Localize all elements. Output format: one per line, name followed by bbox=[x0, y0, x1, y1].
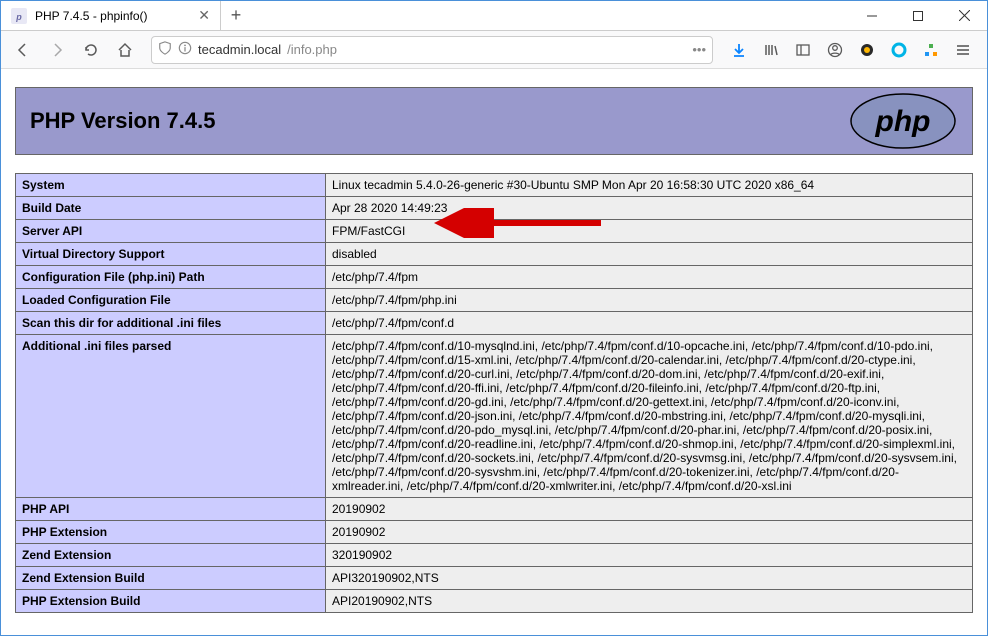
row-key: Additional .ini files parsed bbox=[16, 335, 326, 498]
row-key: Zend Extension bbox=[16, 544, 326, 567]
tab-favicon: p bbox=[11, 8, 27, 24]
svg-text:p: p bbox=[15, 12, 22, 22]
row-val: Linux tecadmin 5.4.0-26-generic #30-Ubun… bbox=[326, 174, 973, 197]
sidebar-button[interactable] bbox=[789, 36, 817, 64]
back-button[interactable] bbox=[9, 36, 37, 64]
row-val: /etc/php/7.4/fpm bbox=[326, 266, 973, 289]
table-row: PHP API20190902 bbox=[16, 498, 973, 521]
row-key: PHP API bbox=[16, 498, 326, 521]
row-val: /etc/php/7.4/fpm/conf.d bbox=[326, 312, 973, 335]
shield-icon[interactable] bbox=[158, 41, 172, 58]
row-key: Loaded Configuration File bbox=[16, 289, 326, 312]
browser-toolbar: tecadmin.local/info.php ••• bbox=[1, 31, 987, 69]
forward-button[interactable] bbox=[43, 36, 71, 64]
tab-title: PHP 7.4.5 - phpinfo() bbox=[35, 9, 190, 23]
page-actions-icon[interactable]: ••• bbox=[692, 42, 706, 57]
row-key: Scan this dir for additional .ini files bbox=[16, 312, 326, 335]
info-icon[interactable] bbox=[178, 41, 192, 58]
row-val: 20190902 bbox=[326, 498, 973, 521]
row-val: disabled bbox=[326, 243, 973, 266]
row-key: Configuration File (php.ini) Path bbox=[16, 266, 326, 289]
table-row: PHP Extension20190902 bbox=[16, 521, 973, 544]
extension-1-icon[interactable] bbox=[853, 36, 881, 64]
account-button[interactable] bbox=[821, 36, 849, 64]
row-val: Apr 28 2020 14:49:23 bbox=[326, 197, 973, 220]
browser-titlebar: p PHP 7.4.5 - phpinfo() ✕ + bbox=[1, 1, 987, 31]
maximize-button[interactable] bbox=[895, 1, 941, 30]
table-row: Configuration File (php.ini) Path/etc/ph… bbox=[16, 266, 973, 289]
phpinfo-header: PHP Version 7.4.5 php bbox=[15, 87, 973, 155]
row-key: PHP Extension bbox=[16, 521, 326, 544]
row-val: API20190902,NTS bbox=[326, 590, 973, 613]
extension-3-icon[interactable] bbox=[917, 36, 945, 64]
table-row: Scan this dir for additional .ini files/… bbox=[16, 312, 973, 335]
window-close-button[interactable] bbox=[941, 1, 987, 30]
row-val: FPM/FastCGI bbox=[326, 220, 973, 243]
row-key: Server API bbox=[16, 220, 326, 243]
row-val: /etc/php/7.4/fpm/conf.d/10-mysqlnd.ini, … bbox=[326, 335, 973, 498]
table-row: Zend Extension320190902 bbox=[16, 544, 973, 567]
table-row: SystemLinux tecadmin 5.4.0-26-generic #3… bbox=[16, 174, 973, 197]
home-button[interactable] bbox=[111, 36, 139, 64]
row-key: Zend Extension Build bbox=[16, 567, 326, 590]
url-path: /info.php bbox=[287, 42, 337, 57]
row-val: 320190902 bbox=[326, 544, 973, 567]
downloads-button[interactable] bbox=[725, 36, 753, 64]
row-key: Virtual Directory Support bbox=[16, 243, 326, 266]
table-row: Virtual Directory Supportdisabled bbox=[16, 243, 973, 266]
url-bar[interactable]: tecadmin.local/info.php ••• bbox=[151, 36, 713, 64]
row-key: System bbox=[16, 174, 326, 197]
url-host: tecadmin.local bbox=[198, 42, 281, 57]
page-content[interactable]: PHP Version 7.4.5 php SystemLinux tecadm… bbox=[1, 69, 987, 635]
row-val: 20190902 bbox=[326, 521, 973, 544]
row-key: Build Date bbox=[16, 197, 326, 220]
reload-button[interactable] bbox=[77, 36, 105, 64]
phpinfo-table: SystemLinux tecadmin 5.4.0-26-generic #3… bbox=[15, 173, 973, 613]
extension-2-icon[interactable] bbox=[885, 36, 913, 64]
table-row: Additional .ini files parsed/etc/php/7.4… bbox=[16, 335, 973, 498]
row-key: PHP Extension Build bbox=[16, 590, 326, 613]
window-controls bbox=[849, 1, 987, 30]
close-tab-icon[interactable]: ✕ bbox=[198, 7, 210, 24]
svg-text:php: php bbox=[875, 105, 931, 138]
annotation-arrow bbox=[431, 208, 611, 238]
row-val: /etc/php/7.4/fpm/php.ini bbox=[326, 289, 973, 312]
table-row: Loaded Configuration File/etc/php/7.4/fp… bbox=[16, 289, 973, 312]
row-val: API320190902,NTS bbox=[326, 567, 973, 590]
browser-tab[interactable]: p PHP 7.4.5 - phpinfo() ✕ bbox=[1, 1, 221, 30]
table-row: PHP Extension BuildAPI20190902,NTS bbox=[16, 590, 973, 613]
table-row: Zend Extension BuildAPI320190902,NTS bbox=[16, 567, 973, 590]
new-tab-button[interactable]: + bbox=[221, 1, 251, 30]
app-menu-button[interactable] bbox=[949, 36, 977, 64]
library-button[interactable] bbox=[757, 36, 785, 64]
php-logo: php bbox=[848, 92, 958, 150]
page-title: PHP Version 7.4.5 bbox=[30, 108, 215, 134]
minimize-button[interactable] bbox=[849, 1, 895, 30]
